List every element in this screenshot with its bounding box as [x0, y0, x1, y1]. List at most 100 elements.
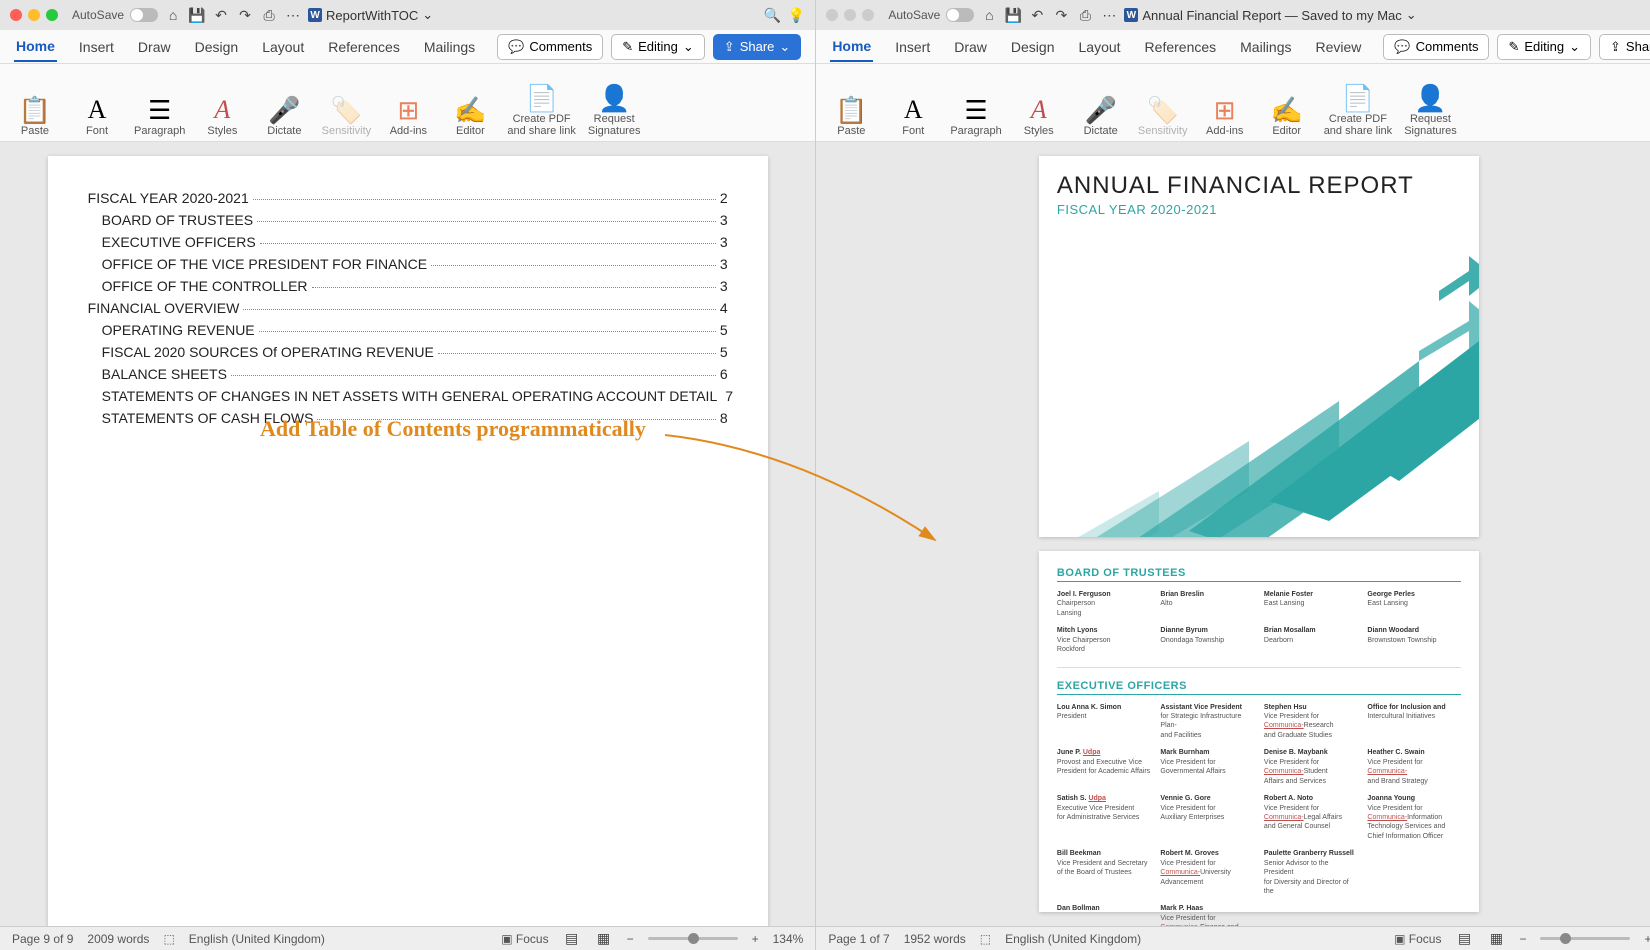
autosave-toggle[interactable] — [130, 8, 158, 22]
view-print-icon[interactable]: ▤ — [1455, 930, 1473, 948]
word-count[interactable]: 1952 words — [904, 932, 966, 946]
view-web-icon[interactable]: ▦ — [595, 930, 613, 948]
request-sign-button[interactable]: 👤Request Signatures — [1404, 70, 1457, 137]
font-group[interactable]: AFont — [888, 70, 938, 137]
toc-entry[interactable]: STATEMENTS OF CHANGES IN NET ASSETS WITH… — [88, 388, 728, 404]
officer-cell: Dan Bollman — [1057, 904, 1151, 926]
document-title[interactable]: WAnnual Financial Report — Saved to my M… — [1124, 7, 1416, 23]
print-icon[interactable]: ⎙ — [1076, 6, 1094, 24]
language-indicator[interactable]: English (United Kingdom) — [1005, 932, 1141, 946]
addins-button[interactable]: ⊞Add-ins — [383, 70, 433, 137]
maximize-icon[interactable] — [46, 9, 58, 21]
tab-review[interactable]: Review — [1314, 33, 1364, 61]
more-icon[interactable]: ⋯ — [1100, 6, 1118, 24]
paragraph-group[interactable]: ☰Paragraph — [950, 70, 1001, 137]
minimize-icon[interactable] — [844, 9, 856, 21]
save-icon[interactable]: 💾 — [188, 6, 206, 24]
autosave-toggle[interactable] — [946, 8, 974, 22]
tab-home[interactable]: Home — [14, 32, 57, 62]
officer-cell: Denise B. MaybankVice President for Comm… — [1264, 748, 1358, 786]
toc-entry[interactable]: OFFICE OF THE VICE PRESIDENT FOR FINANCE… — [88, 256, 728, 272]
toc-entry[interactable]: FISCAL YEAR 2020-20212 — [88, 190, 728, 206]
home-icon[interactable]: ⌂ — [164, 6, 182, 24]
tab-references[interactable]: References — [326, 33, 402, 61]
addins-button[interactable]: ⊞Add-ins — [1200, 70, 1250, 137]
zoom-slider[interactable] — [1540, 937, 1630, 940]
close-icon[interactable] — [826, 9, 838, 21]
zoom-out-button[interactable]: − — [1519, 932, 1526, 946]
comments-button[interactable]: 💬 Comments — [497, 34, 603, 60]
lightbulb-icon[interactable]: 💡 — [787, 6, 805, 24]
more-icon[interactable]: ⋯ — [284, 6, 302, 24]
styles-group[interactable]: AStyles — [1014, 70, 1064, 137]
tab-design[interactable]: Design — [1009, 33, 1057, 61]
cover-graphic — [1039, 231, 1479, 537]
font-group[interactable]: AFont — [72, 70, 122, 137]
share-button[interactable]: ⇪ Share ⌄ — [1599, 34, 1650, 60]
officer-cell: Mark P. HaasVice President for Communica… — [1160, 904, 1254, 926]
language-indicator[interactable]: English (United Kingdom) — [189, 932, 325, 946]
paste-button[interactable]: 📋Paste — [10, 70, 60, 137]
view-print-icon[interactable]: ▤ — [563, 930, 581, 948]
home-icon[interactable]: ⌂ — [980, 6, 998, 24]
tab-home[interactable]: Home — [830, 32, 873, 62]
paragraph-group[interactable]: ☰Paragraph — [134, 70, 185, 137]
redo-icon[interactable]: ↷ — [1052, 6, 1070, 24]
zoom-out-button[interactable]: − — [627, 932, 634, 946]
print-icon[interactable]: ⎙ — [260, 6, 278, 24]
tab-mailings[interactable]: Mailings — [422, 33, 477, 61]
undo-icon[interactable]: ↶ — [1028, 6, 1046, 24]
tab-draw[interactable]: Draw — [952, 33, 989, 61]
create-pdf-button[interactable]: 📄Create PDF and share link — [1324, 70, 1393, 137]
editing-button[interactable]: ✎ Editing ⌄ — [1497, 34, 1591, 60]
zoom-slider[interactable] — [648, 937, 738, 940]
dictate-button[interactable]: 🎤Dictate — [259, 70, 309, 137]
request-sign-button[interactable]: 👤Request Signatures — [588, 70, 641, 137]
page-indicator[interactable]: Page 1 of 7 — [828, 932, 889, 946]
spellcheck-icon[interactable]: ⬚ — [980, 932, 991, 946]
styles-group[interactable]: AStyles — [197, 70, 247, 137]
redo-icon[interactable]: ↷ — [236, 6, 254, 24]
toc-entry[interactable]: BOARD OF TRUSTEES3 — [88, 212, 728, 228]
tab-mailings[interactable]: Mailings — [1238, 33, 1293, 61]
zoom-in-button[interactable]: + — [1644, 932, 1650, 946]
officer-cell: Joanna YoungVice President for Communica… — [1367, 794, 1461, 841]
autosave-label: AutoSave — [72, 8, 124, 22]
toc-entry[interactable]: FISCAL 2020 SOURCES Of OPERATING REVENUE… — [88, 344, 728, 360]
maximize-icon[interactable] — [862, 9, 874, 21]
share-button[interactable]: ⇪ Share ⌄ — [713, 34, 802, 60]
focus-mode-button[interactable]: ▣ Focus — [501, 932, 548, 946]
word-count[interactable]: 2009 words — [87, 932, 149, 946]
editing-button[interactable]: ✎ Editing ⌄ — [611, 34, 705, 60]
toc-entry[interactable]: BALANCE SHEETS6 — [88, 366, 728, 382]
view-web-icon[interactable]: ▦ — [1487, 930, 1505, 948]
toc-entry[interactable]: OFFICE OF THE CONTROLLER3 — [88, 278, 728, 294]
tab-design[interactable]: Design — [193, 33, 241, 61]
tab-references[interactable]: References — [1143, 33, 1219, 61]
document-title[interactable]: WReportWithTOC⌄ — [308, 7, 433, 23]
comments-button[interactable]: 💬 Comments — [1383, 34, 1489, 60]
save-icon[interactable]: 💾 — [1004, 6, 1022, 24]
page-indicator[interactable]: Page 9 of 9 — [12, 932, 73, 946]
dictate-button[interactable]: 🎤Dictate — [1076, 70, 1126, 137]
spellcheck-icon[interactable]: ⬚ — [163, 932, 174, 946]
toc-entry[interactable]: FINANCIAL OVERVIEW4 — [88, 300, 728, 316]
toc-entry[interactable]: EXECUTIVE OFFICERS3 — [88, 234, 728, 250]
search-icon[interactable]: 🔍 — [763, 6, 781, 24]
create-pdf-button[interactable]: 📄Create PDF and share link — [507, 70, 576, 137]
focus-mode-button[interactable]: ▣ Focus — [1394, 932, 1441, 946]
close-icon[interactable] — [10, 9, 22, 21]
tab-layout[interactable]: Layout — [260, 33, 306, 61]
zoom-in-button[interactable]: + — [752, 932, 759, 946]
tab-layout[interactable]: Layout — [1077, 33, 1123, 61]
zoom-level[interactable]: 134% — [773, 932, 804, 946]
toc-entry[interactable]: OPERATING REVENUE5 — [88, 322, 728, 338]
editor-button[interactable]: ✍️Editor — [1262, 70, 1312, 137]
tab-insert[interactable]: Insert — [77, 33, 116, 61]
tab-insert[interactable]: Insert — [893, 33, 932, 61]
editor-button[interactable]: ✍️Editor — [445, 70, 495, 137]
minimize-icon[interactable] — [28, 9, 40, 21]
paste-button[interactable]: 📋Paste — [826, 70, 876, 137]
undo-icon[interactable]: ↶ — [212, 6, 230, 24]
tab-draw[interactable]: Draw — [136, 33, 173, 61]
